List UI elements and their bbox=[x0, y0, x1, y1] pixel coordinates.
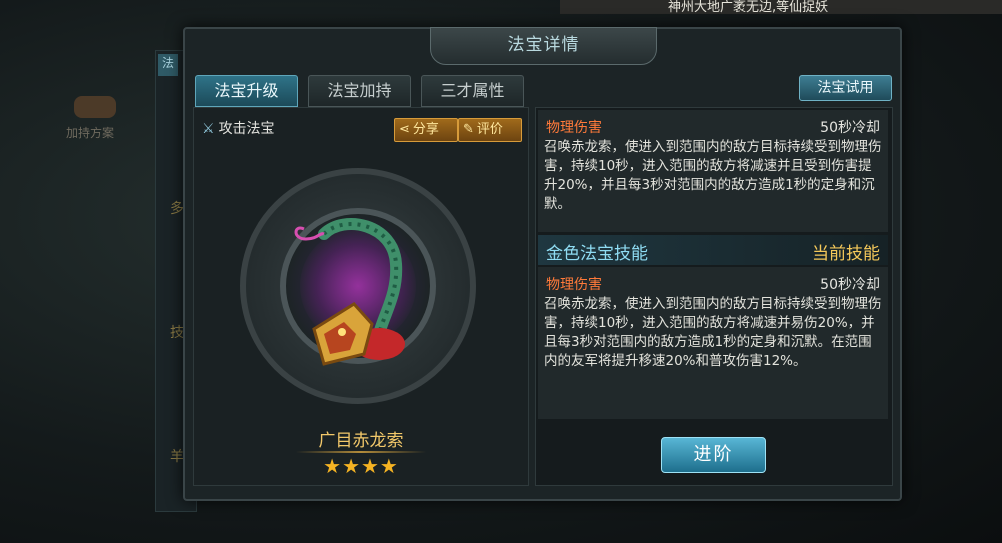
background-side-char: 多 bbox=[170, 201, 184, 217]
skill-cooldown: 50秒冷却 bbox=[820, 120, 880, 136]
advance-button[interactable]: 进阶 bbox=[661, 437, 766, 473]
tab-treasure-enhance[interactable]: 法宝加持 bbox=[308, 75, 411, 107]
background-side-tab: 法 bbox=[158, 54, 178, 76]
star-rating: ★★★★ bbox=[323, 454, 399, 478]
golden-skill-title: 金色法宝技能 bbox=[546, 244, 648, 264]
treasure-medallion bbox=[240, 168, 476, 404]
tab-three-attributes[interactable]: 三才属性 bbox=[421, 75, 524, 107]
treasure-name: 广目赤龙索 bbox=[318, 431, 404, 451]
tab-treasure-upgrade[interactable]: 法宝升级 bbox=[195, 75, 298, 107]
red-dragon-rope-icon bbox=[294, 218, 405, 366]
current-skill-box: 物理伤害 50秒冷却 召唤赤龙索，使进入到范围内的敌方目标持续受到物理伤害，持续… bbox=[538, 110, 888, 232]
name-underline bbox=[296, 451, 426, 453]
treasure-preview-panel: ⚔ 攻击法宝 ⋖ 分享 ✎ 评价 广目赤龙索 ★★★★ bbox=[193, 107, 529, 486]
golden-skill-box: 物理伤害 50秒冷却 召唤赤龙索，使进入到范围内的敌方目标持续受到物理伤害，持续… bbox=[538, 267, 888, 419]
skill-description: 召唤赤龙索，使进入到范围内的敌方目标持续受到物理伤害，持续10秒，进入范围的敌方… bbox=[544, 296, 882, 369]
share-button[interactable]: ⋖ 分享 bbox=[394, 118, 458, 142]
treasure-type-label: 攻击法宝 bbox=[218, 121, 275, 137]
edit-icon: ✎ bbox=[463, 122, 474, 137]
rate-label: 评价 bbox=[476, 122, 503, 137]
top-notice-text: 神州大地广袤无边,等仙捉妖 bbox=[668, 0, 829, 15]
skill-cooldown: 50秒冷却 bbox=[820, 277, 880, 293]
share-label: 分享 bbox=[412, 122, 439, 137]
top-notice-bar: 神州大地广袤无边,等仙捉妖 bbox=[560, 0, 1002, 15]
scroll-icon bbox=[74, 96, 116, 118]
dialog-title: 法宝详情 bbox=[430, 27, 657, 65]
rate-button[interactable]: ✎ 评价 bbox=[458, 118, 522, 142]
background-plan-label: 加持方案 bbox=[66, 126, 115, 140]
background-plan-button[interactable]: 加持方案 bbox=[60, 96, 130, 146]
skill-damage-type: 物理伤害 bbox=[546, 277, 602, 293]
golden-skill-header: 金色法宝技能 当前技能 bbox=[538, 235, 888, 265]
current-skill-label: 当前技能 bbox=[812, 244, 880, 264]
skill-description: 召唤赤龙索，使进入到范围内的敌方目标持续受到物理伤害，持续10秒，进入范围的敌方… bbox=[544, 139, 882, 212]
treasure-detail-dialog: 法宝详情 法宝升级 法宝加持 三才属性 法宝试用 ⚔ 攻击法宝 ⋖ 分享 ✎ 评价 bbox=[183, 27, 902, 501]
skill-damage-type: 物理伤害 bbox=[546, 120, 602, 136]
treasure-trial-button[interactable]: 法宝试用 bbox=[799, 75, 892, 101]
background-side-char: 技 bbox=[170, 325, 184, 341]
background-side-char: 羊 bbox=[170, 449, 184, 465]
treasure-type: ⚔ 攻击法宝 bbox=[202, 118, 275, 138]
skill-detail-panel: 物理伤害 50秒冷却 召唤赤龙索，使进入到范围内的敌方目标持续受到物理伤害，持续… bbox=[535, 107, 893, 486]
share-icon: ⋖ bbox=[399, 122, 410, 137]
crossed-swords-icon: ⚔ bbox=[202, 121, 215, 137]
